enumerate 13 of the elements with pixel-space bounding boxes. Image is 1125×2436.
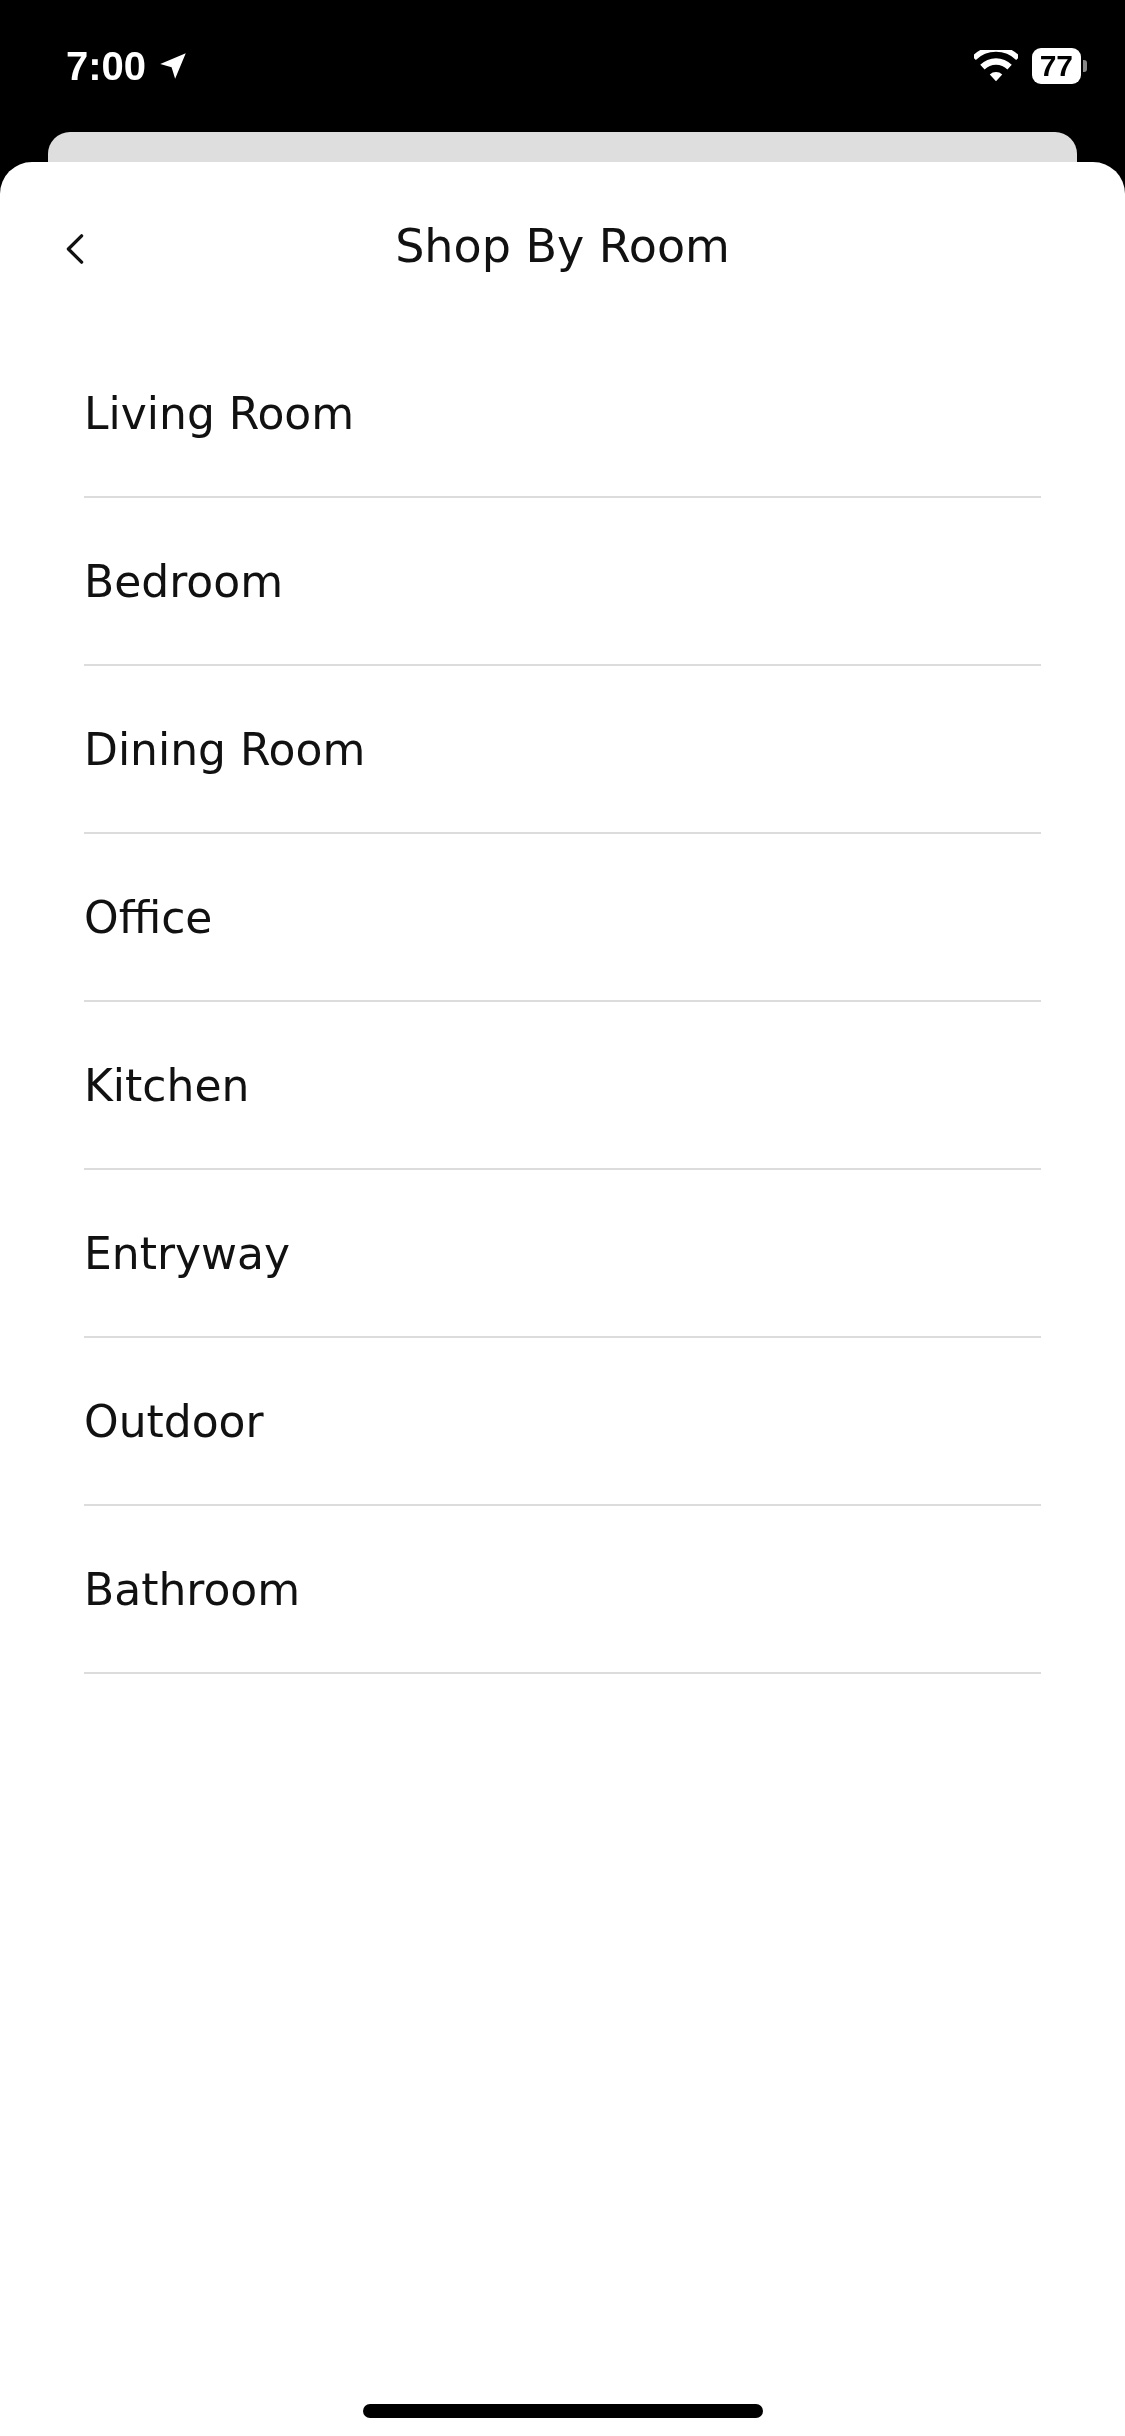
room-list-item[interactable]: Bathroom <box>84 1506 1041 1674</box>
chevron-left-icon <box>64 232 86 266</box>
room-list-item[interactable]: Office <box>84 834 1041 1002</box>
room-list-item[interactable]: Kitchen <box>84 1002 1041 1170</box>
status-time: 7:00 <box>66 43 147 89</box>
room-list-item[interactable]: Entryway <box>84 1170 1041 1338</box>
room-list-item[interactable]: Dining Room <box>84 666 1041 834</box>
wifi-icon <box>973 49 1018 83</box>
room-list-item[interactable]: Living Room <box>84 330 1041 498</box>
room-list-item[interactable]: Outdoor <box>84 1338 1041 1506</box>
battery-indicator: 77 <box>1031 48 1087 84</box>
page-title: Shop By Room <box>395 219 730 273</box>
room-list-item[interactable]: Bedroom <box>84 498 1041 666</box>
